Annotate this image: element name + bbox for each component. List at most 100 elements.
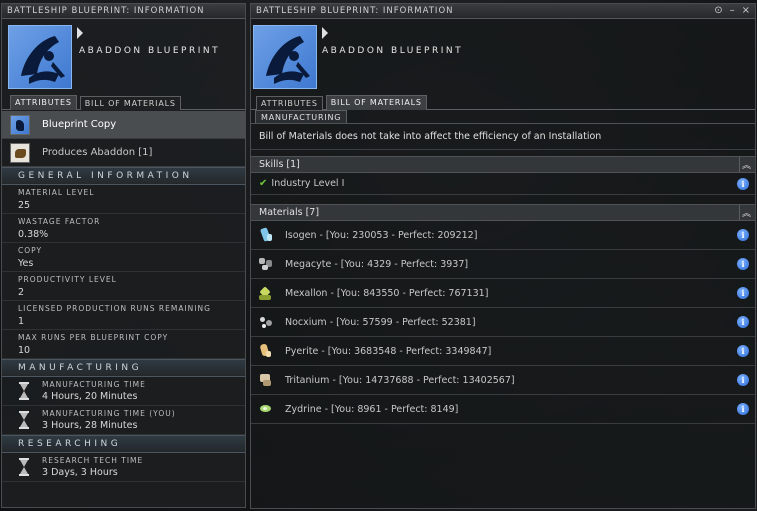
attribute-copy: COPY Yes	[2, 243, 245, 272]
list-item-label: Blueprint Copy	[42, 119, 117, 130]
tritanium-icon	[257, 371, 275, 389]
time-value: 3 Days, 3 Hours	[42, 467, 118, 478]
material-row[interactable]: Nocxium - [You: 57599 - Perfect: 52381] …	[251, 308, 755, 337]
item-name: ABADDON BLUEPRINT	[79, 46, 221, 56]
attribute-licensed-runs: LICENSED PRODUCTION RUNS REMAINING 1	[2, 301, 245, 330]
attribute-label: COPY	[18, 246, 43, 255]
list-item-label: Produces Abaddon [1]	[42, 147, 153, 158]
collapse-chevron-icon[interactable]: ︽	[739, 205, 753, 220]
nocxium-icon	[257, 313, 275, 331]
material-label: Isogen - [You: 230053 - Perfect: 209212]	[285, 229, 478, 241]
time-research-tech: RESEARCH TECH TIME 3 Days, 3 Hours	[2, 453, 245, 482]
group-title: Skills [1]	[259, 159, 300, 170]
tab-bill-of-materials[interactable]: BILL OF MATERIALS	[79, 96, 181, 110]
attribute-max-runs: MAX RUNS PER BLUEPRINT COPY 10	[2, 330, 245, 359]
subtab-bar: MANUFACTURING	[251, 110, 755, 124]
material-row[interactable]: Mexallon - [You: 843550 - Perfect: 76713…	[251, 279, 755, 308]
pin-icon[interactable]: ⊙	[714, 5, 723, 16]
section-manufacturing[interactable]: MANUFACTURING	[2, 359, 245, 377]
attribute-value: 10	[18, 345, 31, 356]
item-header: ABADDON BLUEPRINT	[251, 19, 755, 95]
time-value: 4 Hours, 20 Minutes	[42, 391, 138, 402]
attribute-value: 2	[18, 287, 25, 298]
material-label: Mexallon - [You: 843550 - Perfect: 76713…	[285, 287, 489, 299]
attribute-value: 25	[18, 200, 31, 211]
info-icon[interactable]: i	[737, 229, 749, 241]
skill-label: Industry Level I	[271, 178, 345, 189]
subtab-manufacturing[interactable]: MANUFACTURING	[255, 110, 348, 123]
blueprint-icon[interactable]	[8, 25, 72, 89]
info-window-attributes: BATTLESHIP BLUEPRINT: INFORMATION ABADDO…	[1, 3, 246, 508]
attribute-label: MATERIAL LEVEL	[18, 188, 95, 197]
info-icon[interactable]: i	[737, 374, 749, 386]
material-row[interactable]: Megacyte - [You: 4329 - Perfect: 3937] i	[251, 250, 755, 279]
hourglass-icon	[19, 411, 29, 429]
blueprint-icon[interactable]	[253, 25, 317, 89]
time-label: MANUFACTURING TIME	[42, 380, 146, 389]
attribute-material-level: MATERIAL LEVEL 25	[2, 185, 245, 214]
expand-arrow-icon[interactable]	[77, 27, 83, 39]
material-label: Zydrine - [You: 8961 - Perfect: 8149]	[285, 403, 459, 415]
info-icon[interactable]: i	[737, 345, 749, 357]
check-icon: ✔	[259, 178, 268, 189]
tab-bar: ATTRIBUTES BILL OF MATERIALS	[251, 95, 755, 110]
tab-attributes[interactable]: ATTRIBUTES	[10, 95, 77, 110]
window-title: BATTLESHIP BLUEPRINT: INFORMATION	[256, 6, 454, 16]
attribute-value: Yes	[18, 258, 34, 269]
pyerite-icon	[257, 342, 275, 360]
tab-bill-of-materials[interactable]: BILL OF MATERIALS	[325, 95, 427, 110]
minimize-icon[interactable]: –	[730, 5, 736, 16]
info-icon[interactable]: i	[737, 316, 749, 328]
tab-attributes[interactable]: ATTRIBUTES	[256, 96, 323, 110]
hourglass-icon	[19, 382, 29, 400]
section-researching[interactable]: RESEARCHING	[2, 435, 245, 453]
material-row[interactable]: Zydrine - [You: 8961 - Perfect: 8149] i	[251, 395, 755, 424]
info-icon[interactable]: i	[737, 287, 749, 299]
material-label: Nocxium - [You: 57599 - Perfect: 52381]	[285, 316, 476, 328]
info-icon[interactable]: i	[737, 177, 749, 190]
item-header: ABADDON BLUEPRINT	[2, 19, 245, 95]
list-item-produces[interactable]: Produces Abaddon [1]	[2, 139, 245, 167]
hourglass-icon	[19, 458, 29, 476]
group-title: Materials [7]	[259, 207, 320, 218]
tab-bar: ATTRIBUTES BILL OF MATERIALS	[2, 95, 245, 110]
attribute-label: MAX RUNS PER BLUEPRINT COPY	[18, 333, 169, 342]
time-value: 3 Hours, 28 Minutes	[42, 420, 138, 431]
close-icon[interactable]: ×	[742, 5, 751, 16]
attribute-label: LICENSED PRODUCTION RUNS REMAINING	[18, 304, 211, 313]
material-label: Megacyte - [You: 4329 - Perfect: 3937]	[285, 258, 469, 270]
attribute-value: 0.38%	[18, 229, 49, 240]
time-label: MANUFACTURING TIME (YOU)	[42, 409, 176, 418]
attribute-productivity-level: PRODUCTIVITY LEVEL 2	[2, 272, 245, 301]
material-row[interactable]: Tritanium - [You: 14737688 - Perfect: 13…	[251, 366, 755, 395]
materials-group-header[interactable]: Materials [7] ︽	[251, 204, 755, 221]
section-general-information[interactable]: GENERAL INFORMATION	[2, 167, 245, 185]
skill-row[interactable]: ✔ Industry Level I i	[251, 173, 755, 195]
material-label: Tritanium - [You: 14737688 - Perfect: 13…	[285, 374, 515, 386]
blueprint-icon	[10, 114, 30, 135]
skills-group-header[interactable]: Skills [1] ︽	[251, 156, 755, 173]
time-label: RESEARCH TECH TIME	[42, 456, 144, 465]
megacyte-icon	[257, 255, 275, 273]
time-manufacturing: MANUFACTURING TIME 4 Hours, 20 Minutes	[2, 377, 245, 406]
material-row[interactable]: Isogen - [You: 230053 - Perfect: 209212]…	[251, 221, 755, 250]
material-row[interactable]: Pyerite - [You: 3683548 - Perfect: 33498…	[251, 337, 755, 366]
window-title: BATTLESHIP BLUEPRINT: INFORMATION	[7, 6, 205, 16]
material-label: Pyerite - [You: 3683548 - Perfect: 33498…	[285, 345, 492, 357]
mexallon-icon	[257, 284, 275, 302]
attribute-value: 1	[18, 316, 25, 327]
collapse-chevron-icon[interactable]: ︽	[739, 157, 753, 172]
window-titlebar[interactable]: BATTLESHIP BLUEPRINT: INFORMATION ⊙ – ×	[251, 4, 755, 19]
expand-arrow-icon[interactable]	[322, 27, 328, 39]
list-item-blueprint-copy[interactable]: Blueprint Copy	[2, 111, 245, 139]
attribute-wastage-factor: WASTAGE FACTOR 0.38%	[2, 214, 245, 243]
ship-icon	[10, 142, 30, 163]
info-window-bill-of-materials: BATTLESHIP BLUEPRINT: INFORMATION ⊙ – × …	[250, 3, 756, 509]
efficiency-note: Bill of Materials does not take into aff…	[251, 124, 755, 150]
attribute-label: WASTAGE FACTOR	[18, 217, 101, 226]
info-icon[interactable]: i	[737, 403, 749, 415]
window-titlebar[interactable]: BATTLESHIP BLUEPRINT: INFORMATION	[2, 4, 245, 19]
window-controls: ⊙ – ×	[714, 5, 751, 16]
info-icon[interactable]: i	[737, 258, 749, 270]
time-manufacturing-you: MANUFACTURING TIME (YOU) 3 Hours, 28 Min…	[2, 406, 245, 435]
